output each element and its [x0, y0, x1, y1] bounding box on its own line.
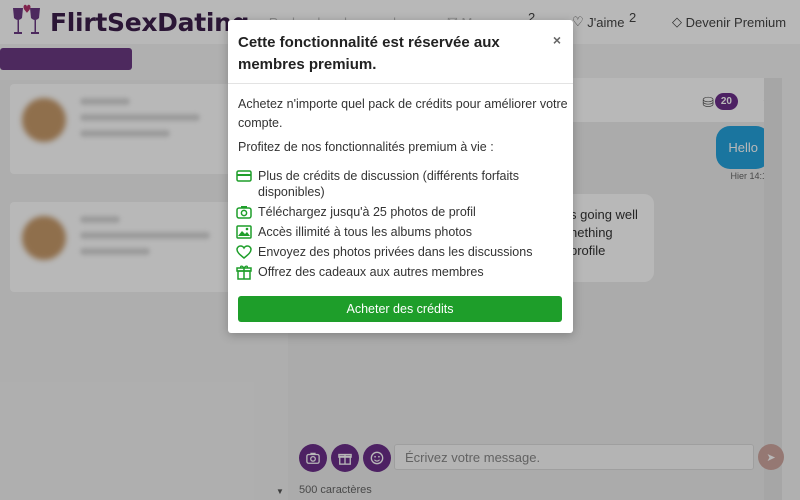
- feature-label: Offrez des cadeaux aux autres membres: [258, 265, 484, 279]
- heart-icon: [236, 245, 252, 259]
- modal-title: Cette fonctionnalité est réservée aux me…: [238, 34, 500, 73]
- feature-label: Accès illimité à tous les albums photos: [258, 225, 472, 239]
- camera-icon: [236, 206, 252, 219]
- divider: [228, 83, 573, 84]
- buy-credits-button[interactable]: Acheter des crédits: [238, 296, 562, 322]
- feature-label: Plus de crédits de discussion (différent…: [258, 169, 520, 199]
- gift-icon: [236, 265, 252, 280]
- close-icon[interactable]: ×: [553, 32, 561, 48]
- list-item: Offrez des cadeaux aux autres membres: [236, 264, 566, 280]
- list-item: Téléchargez jusqu'à 25 photos de profil: [236, 204, 566, 220]
- feature-label: Téléchargez jusqu'à 25 photos de profil: [258, 205, 476, 219]
- modal-intro: Achetez n'importe quel pack de crédits p…: [238, 97, 568, 130]
- list-item: Envoyez des photos privées dans les disc…: [236, 244, 566, 260]
- list-item: Accès illimité à tous les albums photos: [236, 224, 566, 240]
- list-item: Plus de crédits de discussion (différent…: [236, 168, 566, 200]
- image-icon: [236, 225, 252, 239]
- modal-subtitle: Profitez de nos fonctionnalités premium …: [238, 140, 494, 154]
- premium-features-list: Plus de crédits de discussion (différent…: [236, 168, 566, 284]
- credit-card-icon: [236, 170, 252, 182]
- feature-label: Envoyez des photos privées dans les disc…: [258, 245, 533, 259]
- premium-modal: Cette fonctionnalité est réservée aux me…: [228, 20, 573, 333]
